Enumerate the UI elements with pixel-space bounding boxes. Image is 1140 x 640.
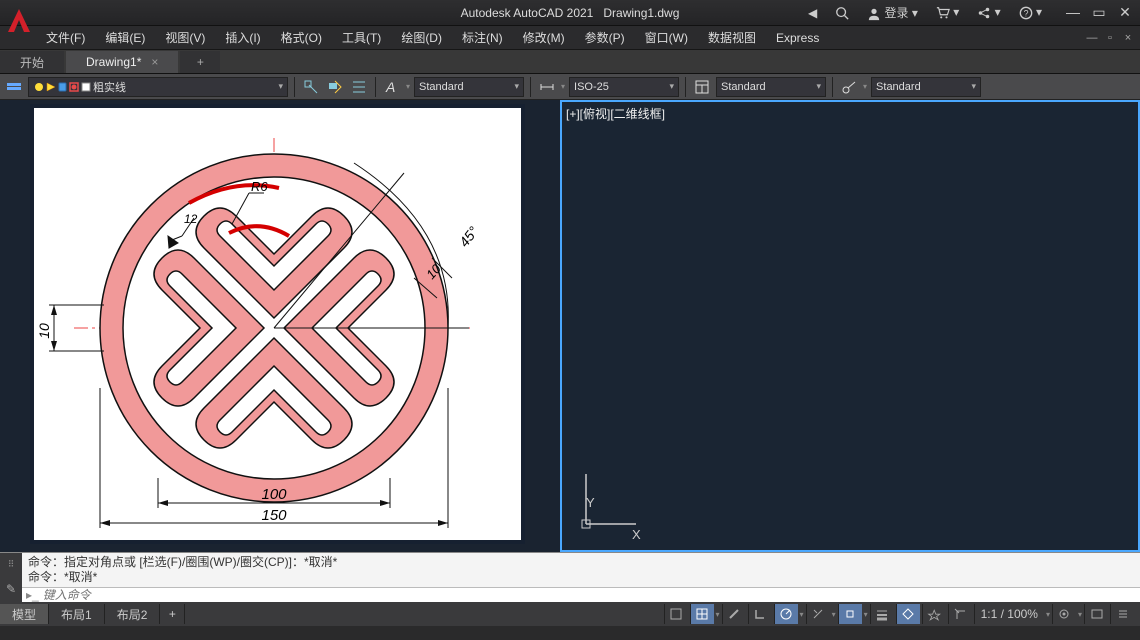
mleader-style-icon[interactable] [839, 77, 859, 97]
sb-snap-icon[interactable] [722, 604, 746, 624]
dim-style-icon[interactable] [537, 77, 557, 97]
dimstyle-dropdown[interactable]: ISO-25▾ [569, 77, 679, 97]
layer-state-icons [33, 80, 93, 94]
menu-parametric[interactable]: 参数(P) [575, 29, 635, 46]
menu-dimension[interactable]: 标注(N) [452, 29, 513, 46]
dim-150: 150 [261, 507, 287, 524]
sb-gear-icon[interactable] [1052, 604, 1076, 624]
menu-modify[interactable]: 修改(M) [513, 29, 575, 46]
mleaderstyle-dropdown[interactable]: Standard▾ [871, 77, 981, 97]
menu-draw[interactable]: 绘图(D) [391, 29, 452, 46]
dim-r6: R6 [251, 179, 268, 194]
menubar: 文件(F) 编辑(E) 视图(V) 插入(I) 格式(O) 工具(T) 绘图(D… [0, 26, 1140, 50]
app-menu-icon[interactable] [4, 6, 34, 39]
left-viewport[interactable]: 100 150 10 45° 10 R6 12 [0, 100, 560, 552]
tab-layout2[interactable]: 布局2 [105, 604, 161, 624]
layer-name: 粗实线 [93, 79, 126, 95]
sb-cycle-icon[interactable] [896, 604, 920, 624]
dim-100: 100 [261, 486, 287, 503]
axis-y-label: Y [586, 495, 595, 510]
sb-lwt-icon[interactable] [870, 604, 894, 624]
sb-ortho-icon[interactable] [748, 604, 772, 624]
cmd-config-icon[interactable]: ✎ [6, 582, 16, 596]
tab-close-icon[interactable]: × [151, 55, 158, 69]
sub-minimize-icon[interactable]: — [1084, 32, 1100, 46]
text-style-icon[interactable]: A [382, 77, 402, 97]
file-title: Drawing1.dwg [603, 6, 679, 20]
cmd-prompt-icon: ▸_ [26, 588, 39, 602]
tab-drawing1[interactable]: Drawing1*× [66, 51, 178, 73]
qat-left-icon[interactable]: ◀ [802, 4, 823, 22]
menu-file[interactable]: 文件(F) [36, 29, 95, 46]
menu-tools[interactable]: 工具(T) [332, 29, 391, 46]
minimize-button[interactable]: — [1062, 4, 1084, 21]
share-icon[interactable]: ▾ [971, 3, 1006, 22]
help-icon[interactable]: ? ▾ [1013, 3, 1048, 22]
sub-restore-icon[interactable]: ▫ [1102, 32, 1118, 46]
menu-edit[interactable]: 编辑(E) [95, 29, 155, 46]
svg-text:?: ? [1023, 8, 1028, 18]
menu-dataview[interactable]: 数据视图 [698, 29, 766, 46]
menu-window[interactable]: 窗口(W) [635, 29, 698, 46]
sub-close-icon[interactable]: × [1120, 32, 1136, 46]
command-input[interactable] [43, 588, 1136, 602]
menu-format[interactable]: 格式(O) [271, 29, 332, 46]
layer-dropdown[interactable]: 粗实线▾ [28, 77, 288, 97]
right-viewport[interactable]: [+][俯视][二维线框] Y X [560, 100, 1140, 552]
cart-icon[interactable]: ▾ [930, 3, 965, 22]
sb-osnap-icon[interactable] [838, 604, 862, 624]
layer-prev-icon[interactable] [325, 77, 345, 97]
sb-isodraft-icon[interactable] [806, 604, 830, 624]
app-title: Autodesk AutoCAD 2021 [461, 6, 594, 20]
close-button[interactable]: ✕ [1114, 4, 1136, 21]
dim-10-left: 10 [36, 323, 52, 339]
sb-zoom-text[interactable]: 1:1 / 100% [974, 604, 1044, 624]
table-style-icon[interactable] [692, 77, 712, 97]
cmd-handle-icon[interactable]: ⠿ [8, 559, 15, 570]
viewport-label[interactable]: [+][俯视][二维线框] [566, 105, 665, 122]
tab-model[interactable]: 模型 [0, 604, 49, 624]
tab-layout1[interactable]: 布局1 [49, 604, 105, 624]
sb-grid-icon[interactable] [690, 604, 714, 624]
textstyle-dropdown[interactable]: Standard▾ [414, 77, 524, 97]
svg-text:A: A [385, 79, 395, 95]
tablestyle-dropdown[interactable]: Standard▾ [716, 77, 826, 97]
search-icon[interactable] [829, 3, 855, 22]
menu-insert[interactable]: 插入(I) [215, 29, 270, 46]
axis-x-label: X [632, 527, 641, 542]
tab-add-icon[interactable]: + [160, 604, 185, 624]
layer-properties-icon[interactable] [4, 77, 24, 97]
layer-match-icon[interactable] [301, 77, 321, 97]
sb-polar-icon[interactable] [774, 604, 798, 624]
sb-model-icon[interactable] [664, 604, 688, 624]
maximize-button[interactable]: ▭ [1088, 4, 1110, 21]
menu-express[interactable]: Express [766, 31, 829, 45]
sb-annoscale-icon[interactable] [948, 604, 972, 624]
login-button[interactable]: 登录 ▾ [861, 2, 924, 23]
sb-cleanscreen-icon[interactable] [1084, 604, 1108, 624]
sb-custom-icon[interactable] [1110, 604, 1134, 624]
command-history: 命令：指定对角点或 [栏选(F)/圈围(WP)/圈交(CP)]：*取消* 命令：… [22, 553, 1140, 587]
layer-state-icon[interactable] [349, 77, 369, 97]
tab-start[interactable]: 开始 [0, 51, 64, 73]
drawing-canvas[interactable]: 100 150 10 45° 10 R6 12 [30, 104, 525, 544]
dim-45: 45° [456, 223, 482, 250]
menu-view[interactable]: 视图(V) [155, 29, 215, 46]
tab-new-icon[interactable]: + [180, 51, 220, 73]
sb-annomon-icon[interactable] [922, 604, 946, 624]
dim-12: 12 [184, 212, 198, 226]
